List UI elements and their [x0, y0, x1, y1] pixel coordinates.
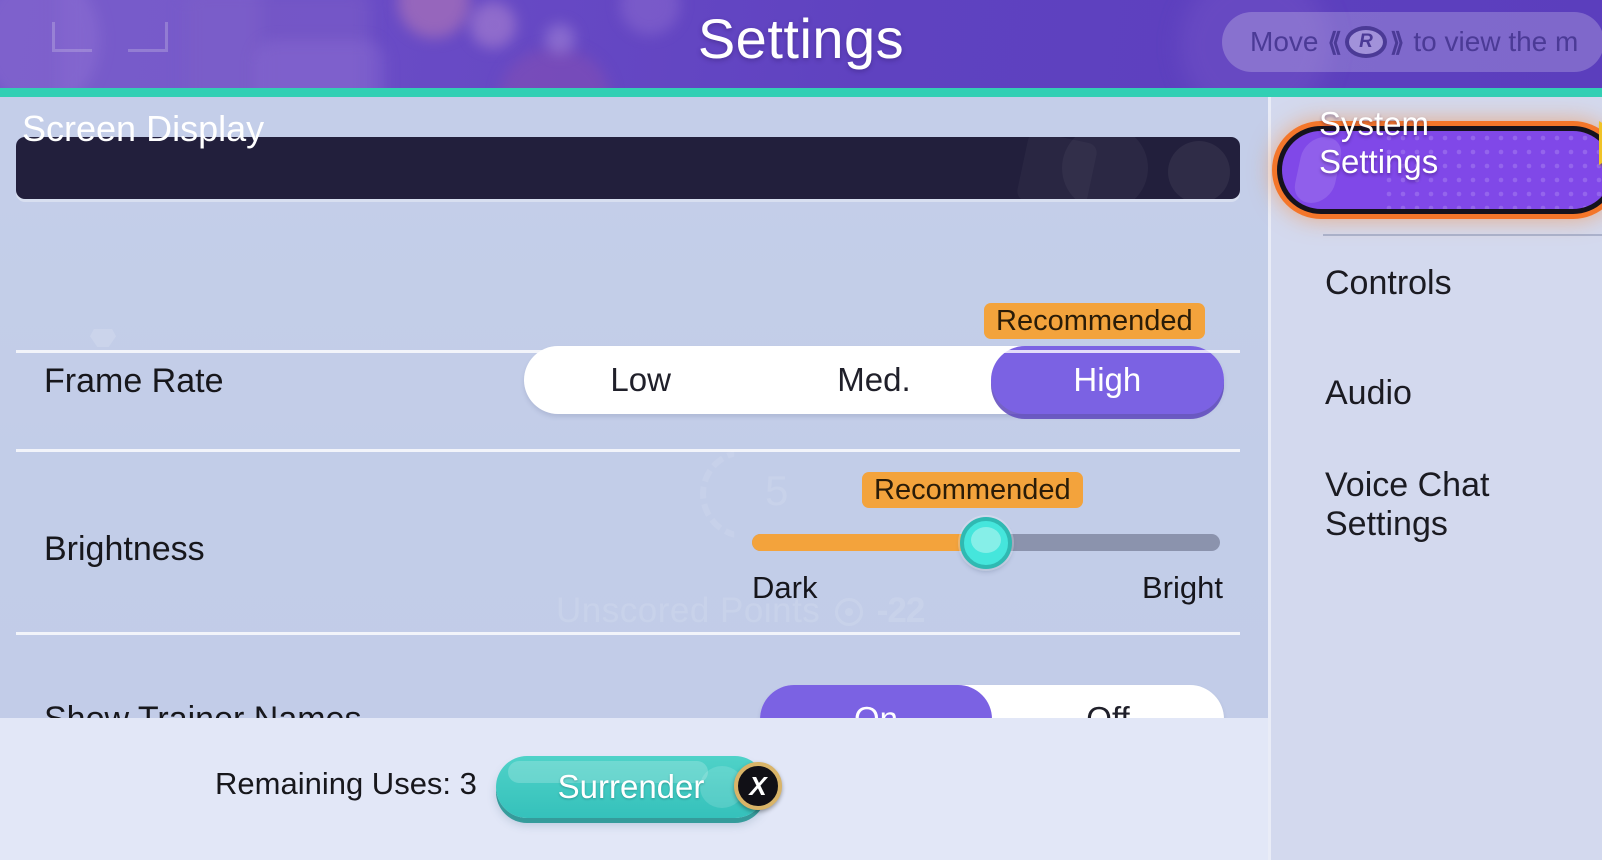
x-button-icon[interactable]: X: [734, 762, 782, 810]
brightness-slider-thumb[interactable]: [960, 517, 1012, 569]
right-stick-icon: ⟪ R ⟫: [1327, 26, 1404, 58]
brightness-min-label: Dark: [752, 570, 818, 605]
frame-rate-segmented-control[interactable]: Low Med. High: [524, 346, 1224, 414]
stick-motion-left-icon: ⟪: [1327, 26, 1342, 57]
sidebar-divider: [1323, 234, 1602, 236]
section-title: Screen Display: [22, 108, 265, 149]
hint-prefix-label: Move: [1250, 26, 1319, 57]
remaining-uses-label: Remaining Uses: 3: [215, 766, 477, 801]
setting-label-brightness: Brightness: [44, 530, 205, 568]
sidebar-item-audio-label: Audio: [1325, 374, 1412, 412]
app-header: Settings Move ⟪ R ⟫ to view the m: [0, 0, 1602, 88]
settings-sidebar: System Settings Controls Audio Voice Cha…: [1268, 97, 1602, 860]
sidebar-label-line1: System: [1319, 105, 1430, 142]
camera-hint-pill: Move ⟪ R ⟫ to view the m: [1222, 12, 1602, 72]
section-bar-decor: [1062, 137, 1148, 199]
recommended-badge-brightness: Recommended: [862, 472, 1083, 508]
row-divider-top: [16, 350, 1240, 353]
surrender-button[interactable]: Surrender: [496, 756, 766, 818]
frame-rate-option-low[interactable]: Low: [524, 346, 757, 414]
brightness-slider-fill: [752, 534, 986, 551]
row-divider-1: [16, 449, 1240, 452]
header-accent-rule: [0, 88, 1602, 97]
sidebar-label-line2: Settings: [1325, 505, 1448, 544]
frame-rate-option-high[interactable]: High: [990, 346, 1224, 414]
sidebar-label-line2: Settings: [1319, 142, 1439, 180]
surrender-button-label: Surrender: [557, 768, 705, 805]
brightness-max-label: Bright: [1142, 570, 1223, 605]
section-bar-decor: [1168, 141, 1230, 199]
sidebar-item-controls-label: Controls: [1325, 264, 1452, 302]
frame-rate-option-med[interactable]: Med.: [757, 346, 990, 414]
settings-panel: Screen Display Frame Rate Recommended Lo…: [0, 97, 1268, 800]
sidebar-item-system-settings-label: System Settings: [1319, 105, 1438, 180]
row-divider-2: [16, 632, 1240, 635]
stick-motion-right-icon: ⟫: [1389, 26, 1405, 57]
hint-suffix-label: to view the m: [1413, 26, 1579, 57]
sidebar-label-line1: Voice Chat: [1325, 466, 1490, 504]
sidebar-item-voice-chat-label: Voice Chat Settings: [1325, 466, 1489, 544]
r-button-icon: R: [1344, 26, 1387, 58]
recommended-badge-frame-rate: Recommended: [984, 303, 1205, 339]
setting-label-frame-rate: Frame Rate: [44, 362, 224, 400]
